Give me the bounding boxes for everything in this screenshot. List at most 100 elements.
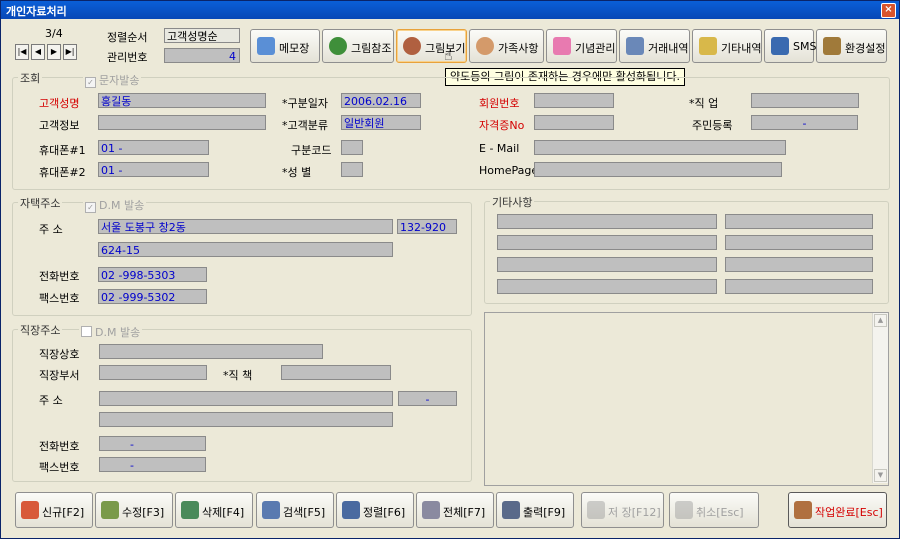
transaction-button[interactable]: 거래내역 [619,29,690,63]
new-user-icon [21,501,39,519]
member-number-field[interactable] [534,93,614,108]
etc-field-3[interactable] [497,235,717,250]
work-fax-field[interactable]: - [99,457,206,472]
delete-button-label: 삭제[F4] [202,506,245,519]
print-button[interactable]: 출력[F9] [496,492,574,528]
scroll-down-icon[interactable]: ▼ [874,469,887,482]
home-zip-field[interactable]: 132-920 [397,219,457,234]
close-button[interactable]: × [881,3,896,18]
new-button[interactable]: 신규[F2] [15,492,93,528]
customer-class-field[interactable]: 일반회원 [341,115,421,130]
customer-info-field[interactable] [98,115,266,130]
home-address-label: 주 소 [39,223,63,236]
mobile1-field[interactable]: 01 - [98,140,209,155]
all-button[interactable]: 전체[F7] [416,492,494,528]
nav-prev-button[interactable]: ◀ [31,44,45,60]
lookup-group-title: 조회 [18,70,43,86]
save-button[interactable]: 저 장[F12] [581,492,664,528]
cake-icon [553,37,571,55]
email-field[interactable] [534,140,786,155]
main-window: 개인자료처리 × 3/4 정렬순서 고객성명순 관리번호 4 |◀ ◀ ▶ ▶|… [0,0,900,539]
etc-field-5[interactable] [497,257,717,272]
checkbox-icon: ✓ [85,77,96,88]
new-button-label: 신규[F2] [42,506,85,519]
edit-button[interactable]: 수정[F3] [95,492,173,528]
work-title-field[interactable] [281,365,391,380]
picture-ref-button-label: 그림참조 [351,42,392,55]
sms-checkbox[interactable]: ✓ 문자발송 [83,72,142,88]
home-address1-field[interactable]: 서울 도봉구 창2동 [98,219,393,234]
transaction-icon [626,37,644,55]
work-company-field[interactable] [99,344,323,359]
family-icon [476,37,494,55]
settings-button-label: 환경설정 [845,42,886,55]
family-button[interactable]: 가족사항 [469,29,544,63]
picture-view-button[interactable]: 그림보기 [396,29,467,63]
nav-next-button[interactable]: ▶ [47,44,61,60]
search-user-icon [262,501,280,519]
home-dm-checkbox-label: D.M 발송 [99,199,145,212]
etc-field-1[interactable] [497,214,717,229]
mobile2-field[interactable]: 01 - [98,162,209,177]
cancel-button-label: 취소[Esc] [696,506,744,519]
nav-last-button[interactable]: ▶| [63,44,77,60]
anniversary-button[interactable]: 기념관리 [546,29,617,63]
title-bar[interactable]: 개인자료처리 × [1,1,899,19]
work-zip-field[interactable]: - [398,391,457,406]
sort-button[interactable]: 정렬[F6] [336,492,414,528]
memo-button-label: 메모장 [279,42,310,55]
customer-name-field[interactable]: 홍길동 [98,93,266,108]
phone-icon [771,37,789,55]
picture-ref-button[interactable]: 그림참조 [322,29,394,63]
cancel-button[interactable]: 취소[Esc] [669,492,759,528]
sort-order-field[interactable]: 고객성명순 [164,28,240,43]
sort-button-label: 정렬[F6] [363,506,406,519]
hand-cursor-icon: ☝ [444,48,453,64]
sms-button[interactable]: SMS [764,29,816,63]
homepage-field[interactable] [534,162,782,177]
home-dm-checkbox[interactable]: ✓ D.M 발송 [83,197,147,213]
etc-field-6[interactable] [725,257,873,272]
work-dept-label: 직장부서 [39,369,80,382]
work-phone-field[interactable]: - [99,436,206,451]
memo-textarea[interactable]: ▲ ▼ [484,312,889,486]
home-address2-field[interactable]: 624-15 [98,242,393,257]
etc-field-7[interactable] [497,279,717,294]
notepad-icon [257,37,275,55]
etc-field-8[interactable] [725,279,873,294]
etc-field-4[interactable] [725,235,873,250]
work-address1-field[interactable] [99,391,393,406]
home-phone-field[interactable]: 02 -998-5303 [98,267,207,282]
settings-button[interactable]: 환경설정 [816,29,887,63]
delete-button[interactable]: 삭제[F4] [175,492,253,528]
etc-field-2[interactable] [725,214,873,229]
etc-group-title: 기타사항 [490,194,535,210]
license-number-field[interactable] [534,115,614,130]
anniversary-button-label: 기념관리 [575,42,616,55]
job-field[interactable] [751,93,859,108]
save-button-label: 저 장[F12] [608,506,661,519]
settings-icon [823,37,841,55]
nav-first-button[interactable]: |◀ [15,44,29,60]
category-code-field[interactable] [341,140,363,155]
other-history-button[interactable]: 기타내역 [692,29,762,63]
category-date-field[interactable]: 2006.02.16 [341,93,421,108]
finish-button[interactable]: 작업완료[Esc] [788,492,887,528]
search-button[interactable]: 검색[F5] [256,492,334,528]
scroll-up-icon[interactable]: ▲ [874,314,887,327]
work-phone-label: 전화번호 [39,440,80,453]
work-dm-checkbox[interactable]: D.M 발송 [79,324,143,340]
other-history-button-label: 기타내역 [721,42,762,55]
home-fax-field[interactable]: 02 -999-5302 [98,289,207,304]
save-icon [587,501,605,519]
gender-field[interactable] [341,162,363,177]
print-button-label: 출력[F9] [523,506,566,519]
work-address2-field[interactable] [99,412,393,427]
memo-button[interactable]: 메모장 [250,29,320,63]
home-fax-label: 팩스번호 [39,292,80,305]
home-phone-label: 전화번호 [39,270,80,283]
work-address-label: 주 소 [39,394,63,407]
work-dept-field[interactable] [99,365,207,380]
memo-scrollbar[interactable]: ▲ ▼ [872,313,888,483]
resident-number-field[interactable]: - [751,115,858,130]
